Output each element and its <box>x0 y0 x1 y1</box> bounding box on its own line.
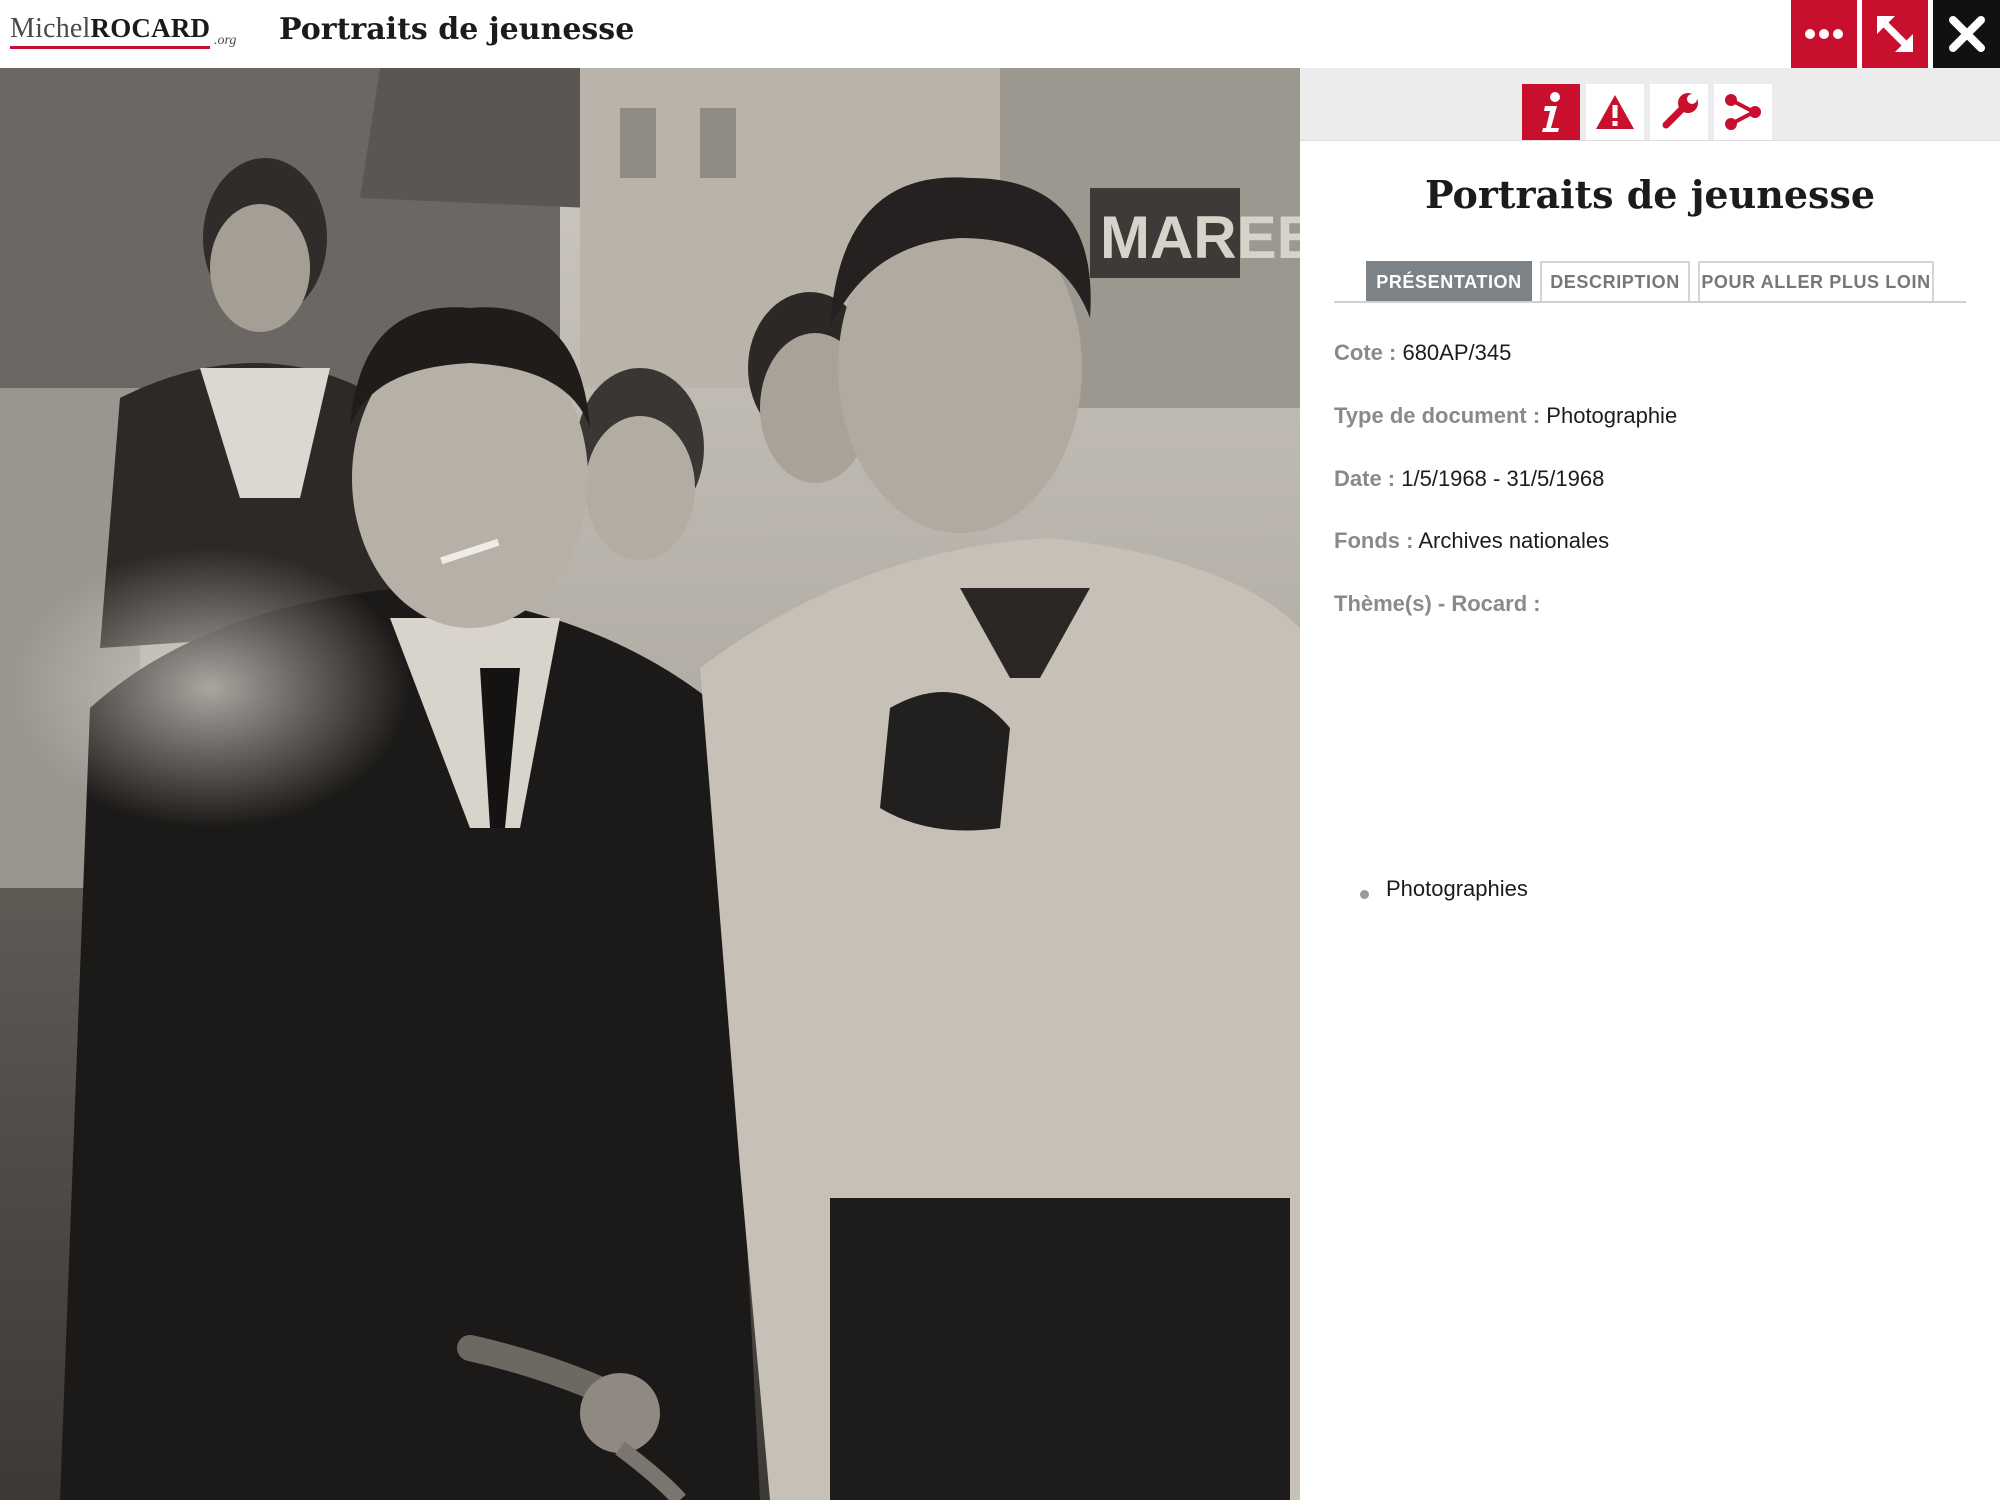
meta-type: Type de document : Photographie <box>1334 403 1677 429</box>
photo-illustration: MAREE <box>0 68 1300 1500</box>
meta-fonds-value: Archives nationales <box>1418 528 1610 553</box>
share-tab-button[interactable] <box>1714 84 1772 140</box>
tools-tab-button[interactable] <box>1650 84 1708 140</box>
wrench-icon <box>1662 93 1698 129</box>
logo-text: MichelROCARD <box>10 13 211 44</box>
site-logo[interactable]: MichelROCARD .org <box>10 13 236 53</box>
expand-button[interactable] <box>1862 0 1928 68</box>
meta-date-label: Date : <box>1334 466 1396 491</box>
tab-description[interactable]: DESCRIPTION <box>1540 261 1690 301</box>
warning-icon <box>1596 95 1634 129</box>
meta-date: Date : 1/5/1968 - 31/5/1968 <box>1334 466 1604 492</box>
meta-themes: Thème(s) - Rocard : Photographies <box>1334 591 1541 901</box>
logo-underline <box>10 46 210 49</box>
tab-further-reading[interactable]: POUR ALLER PLUS LOIN <box>1698 261 1934 301</box>
panel-toolbar <box>1300 68 2000 141</box>
share-icon <box>1725 94 1761 130</box>
close-button[interactable] <box>1933 0 2000 68</box>
info-tab-button[interactable] <box>1522 84 1580 140</box>
tab-presentation[interactable]: PRÉSENTATION <box>1366 261 1532 301</box>
warning-tab-button[interactable] <box>1586 84 1644 140</box>
expand-arrow-icon <box>1877 16 1913 52</box>
meta-type-label: Type de document : <box>1334 403 1541 428</box>
maree-sign: MAREE <box>1100 204 1300 271</box>
bullet-icon <box>1360 890 1369 899</box>
meta-fonds: Fonds : Archives nationales <box>1334 528 1609 554</box>
archive-photo[interactable]: MAREE <box>0 68 1300 1500</box>
document-title: Portraits de jeunesse <box>1424 172 1876 217</box>
top-bar: MichelROCARD .org Portraits de jeunesse <box>0 0 2000 68</box>
page-title: Portraits de jeunesse <box>279 12 635 47</box>
logo-tld: .org <box>214 33 237 48</box>
ellipsis-icon <box>1805 29 1843 39</box>
meta-cote-label: Cote : <box>1334 340 1397 365</box>
meta-type-value: Photographie <box>1546 403 1678 428</box>
meta-cote-value: 680AP/345 <box>1402 340 1512 365</box>
theme-link[interactable]: Photographies <box>1386 876 1528 902</box>
info-icon <box>1542 92 1560 132</box>
info-panel: Portraits de jeunesse PRÉSENTATION DESCR… <box>1300 68 2000 1500</box>
more-options-button[interactable] <box>1791 0 1857 68</box>
close-icon <box>1948 16 1985 52</box>
meta-themes-label: Thème(s) - Rocard : <box>1334 591 1541 616</box>
meta-cote: Cote : 680AP/345 <box>1334 340 1511 366</box>
meta-fonds-label: Fonds : <box>1334 528 1414 553</box>
content-tabs: PRÉSENTATION DESCRIPTION POUR ALLER PLUS… <box>1334 261 1966 303</box>
meta-date-value: 1/5/1968 - 31/5/1968 <box>1401 466 1605 491</box>
